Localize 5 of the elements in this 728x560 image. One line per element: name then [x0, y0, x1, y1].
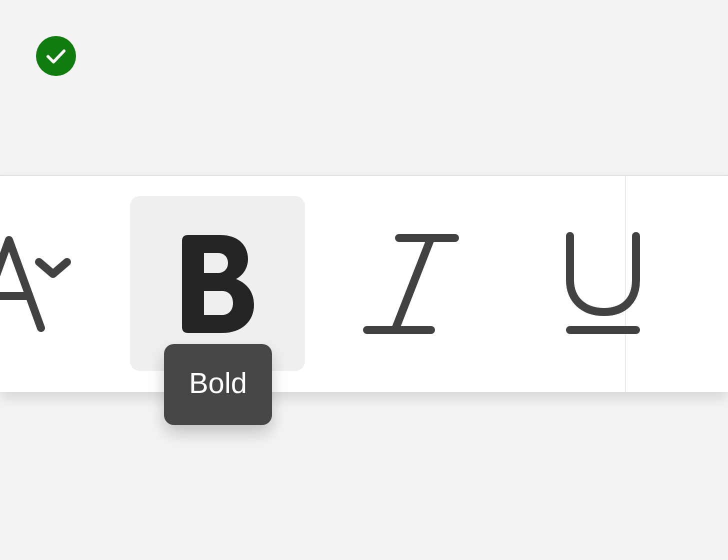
bold-icon — [182, 234, 254, 332]
italic-icon — [362, 234, 458, 334]
success-check-icon — [36, 36, 76, 76]
bold-button[interactable] — [130, 196, 305, 371]
tooltip: Bold — [164, 344, 272, 425]
